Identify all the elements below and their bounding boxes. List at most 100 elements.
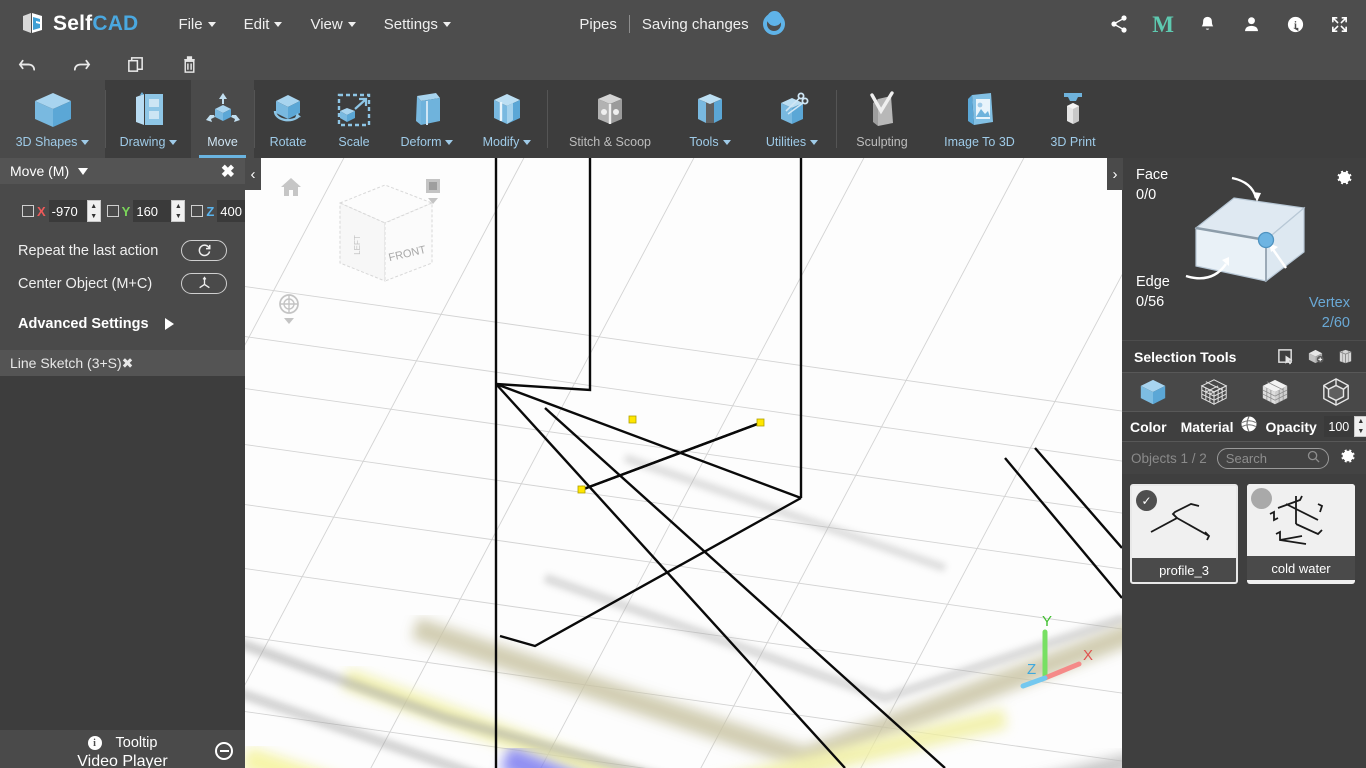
opacity-spinner[interactable]: ▲ ▼ [1353, 416, 1366, 437]
material-icon[interactable] [1240, 415, 1258, 438]
solid-mode-icon[interactable] [1138, 377, 1168, 407]
objects-search-placeholder: Search [1225, 450, 1267, 466]
gear-icon[interactable] [1335, 168, 1354, 187]
move-z-checkbox[interactable] [191, 205, 204, 217]
quad-mode-icon[interactable] [1260, 377, 1290, 407]
tool-scale-label: Scale [338, 135, 370, 149]
fullscreen-icon[interactable] [1328, 13, 1350, 35]
tool-3d-print[interactable]: 3D Print [1032, 80, 1114, 158]
collapse-right-panel-handle[interactable]: › [1107, 158, 1123, 190]
axis-y-label: Y [1042, 613, 1052, 630]
chevron-down-icon [81, 139, 90, 145]
tool-label: Deform [401, 135, 454, 149]
image-to-3d-icon [959, 89, 1001, 131]
redo-button[interactable] [54, 48, 108, 80]
tool-deform-label: Deform [400, 135, 442, 149]
project-name[interactable]: Pipes [579, 16, 617, 33]
rect-select-icon[interactable] [1277, 348, 1294, 365]
objects-search-input[interactable]: Search [1216, 447, 1329, 469]
move-x-input[interactable] [48, 200, 87, 222]
stitch-scoop-icon [589, 89, 631, 131]
objects-settings-button[interactable] [1339, 447, 1357, 470]
tool-stitch-and-scoop[interactable]: Stitch & Scoop [548, 80, 672, 158]
tool-modify[interactable]: Modify [467, 80, 547, 158]
chevron-right-icon[interactable] [164, 318, 174, 330]
selection-tools-label: Selection Tools [1134, 348, 1237, 365]
region-select-icon[interactable] [1337, 348, 1354, 365]
home-icon[interactable] [280, 176, 302, 198]
selfcad-logo-icon [23, 13, 42, 33]
menu-edit[interactable]: Edit [230, 10, 297, 39]
search-icon [1307, 450, 1320, 466]
repeat-last-action-button[interactable] [181, 240, 227, 261]
pan-tool-icon[interactable] [423, 176, 443, 206]
tool-tools[interactable]: Tools [672, 80, 748, 158]
collapse-left-panel-handle[interactable]: ‹ [245, 158, 261, 190]
myminifactory-logo[interactable]: M [1152, 13, 1174, 36]
wireframe-mode-icon[interactable] [1199, 377, 1229, 407]
tool-utilities[interactable]: Utilities [748, 80, 836, 158]
move-x-spinner[interactable]: ▲ ▼ [86, 200, 101, 222]
share-icon[interactable] [1108, 13, 1130, 35]
undo-button[interactable] [0, 48, 54, 80]
tool-move[interactable]: Move [191, 80, 254, 158]
user-account-icon[interactable] [1240, 13, 1262, 35]
chevron-down-icon [274, 21, 283, 27]
move-y-input[interactable] [133, 200, 172, 222]
center-object-button[interactable] [181, 273, 227, 294]
color-label: Color [1130, 418, 1167, 435]
close-move-panel-button[interactable]: ✖ [221, 163, 235, 180]
info-icon[interactable]: i [1284, 13, 1306, 35]
menu-file[interactable]: File [164, 10, 229, 39]
tool-sculpting[interactable]: Sculpting [837, 80, 927, 158]
move-y-checkbox[interactable] [106, 205, 119, 217]
move-x-stepper[interactable]: ▲▼ [48, 200, 101, 222]
opacity-input[interactable] [1323, 416, 1354, 437]
tool-rotate[interactable]: Rotate [255, 80, 321, 158]
list-item[interactable]: cold water [1247, 484, 1355, 584]
close-line-sketch-button[interactable]: ✖ [122, 355, 134, 372]
tool-image-to-3d[interactable]: Image To 3D [927, 80, 1032, 158]
orbit-tool-icon[interactable] [278, 293, 300, 325]
object-unselected-check-icon[interactable] [1251, 488, 1272, 509]
repeat-last-action-row: Repeat the last action [0, 240, 245, 261]
tooltip-subtitle: Video Player [77, 753, 168, 768]
tool-deform[interactable]: Deform [387, 80, 467, 158]
move-z-label: Z [206, 203, 215, 219]
utilities-icon [771, 89, 813, 131]
object-selected-check-icon[interactable]: ✓ [1136, 490, 1157, 511]
move-y-spinner[interactable]: ▲ ▼ [171, 200, 186, 222]
tool-ribbon: 3D Shapes Drawing Move Rotate Scale Defo… [0, 80, 1366, 213]
tool-move-label: Move [207, 135, 238, 149]
move-x-checkbox[interactable] [22, 205, 34, 217]
menu-settings[interactable]: Settings [370, 10, 465, 39]
view-cube-left-label: LEFT [353, 235, 362, 255]
move-y-stepper[interactable]: ▲▼ [133, 200, 186, 222]
list-item[interactable]: ✓ profile_3 [1130, 484, 1238, 584]
chevron-down-icon[interactable] [78, 167, 89, 175]
advanced-settings-row[interactable]: Advanced Settings [0, 316, 245, 332]
transparent-mode-icon[interactable] [1321, 377, 1351, 407]
notifications-bell-icon[interactable] [1196, 13, 1218, 35]
object-select-icon[interactable] [1307, 348, 1324, 365]
move-y-label: Y [121, 203, 131, 219]
opacity-stepper[interactable]: ▲▼ [1323, 416, 1366, 437]
brand-self: Self [53, 12, 93, 35]
modify-icon [486, 89, 528, 131]
chevron-down-icon [169, 139, 178, 145]
object-name: profile_3 [1132, 558, 1236, 582]
tool-3d-shapes[interactable]: 3D Shapes [0, 80, 105, 158]
delete-button[interactable] [162, 48, 216, 80]
selfcad-logo[interactable]: SelfCAD [20, 11, 138, 37]
left-panel: Move (M) ✖ X ▲▼ Y ▲▼ [0, 158, 270, 768]
move-y-group: Y ▲▼ [106, 200, 186, 222]
deform-icon [406, 89, 448, 131]
3d-viewport[interactable]: Y X Z FRONT LEFT [245, 158, 1122, 768]
menu-view[interactable]: View [296, 10, 369, 39]
copy-button[interactable] [108, 48, 162, 80]
tool-3d-shapes-label: 3D Shapes [15, 135, 78, 149]
tool-drawing[interactable]: Drawing [106, 80, 191, 158]
minimize-tooltip-button[interactable] [215, 742, 233, 760]
tool-scale[interactable]: Scale [321, 80, 387, 158]
header-right-icons: M i [1108, 0, 1350, 48]
